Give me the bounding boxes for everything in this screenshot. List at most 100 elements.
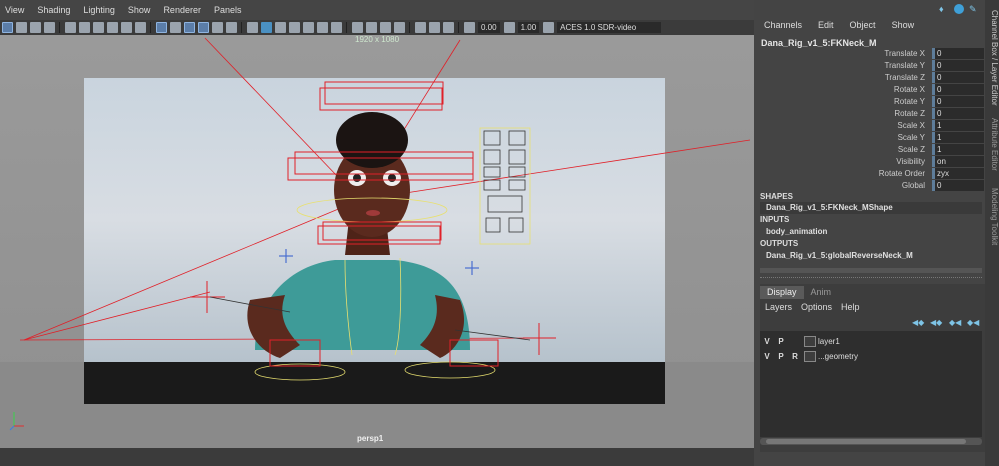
menu-shading[interactable]: Shading — [32, 5, 78, 15]
attr-row-rotate-order[interactable]: Rotate Order zyx — [756, 168, 985, 180]
layer-color-swatch[interactable] — [804, 351, 816, 362]
menu-renderer[interactable]: Renderer — [158, 5, 209, 15]
attribute-editor-icon[interactable] — [954, 4, 964, 14]
menu-edit[interactable]: Edit — [810, 20, 842, 30]
attr-value[interactable]: 1 — [932, 120, 984, 131]
safe-title-icon[interactable] — [184, 22, 195, 33]
smooth-shade-icon[interactable] — [261, 22, 272, 33]
shape-node[interactable]: Dana_Rig_v1_5:FKNeck_MShape — [760, 202, 982, 214]
exposure-icon[interactable] — [464, 22, 475, 33]
xray-icon[interactable] — [415, 22, 426, 33]
shadows-icon[interactable] — [317, 22, 328, 33]
viewport-panel[interactable]: View Shading Lighting Show Renderer Pane… — [0, 0, 754, 466]
attr-value[interactable]: 0 — [932, 96, 984, 107]
field-chart-icon[interactable] — [135, 22, 146, 33]
move-layer-up-icon[interactable]: ◀◆ — [912, 318, 924, 327]
use-lights-icon[interactable] — [303, 22, 314, 33]
camera-attributes-icon[interactable] — [16, 22, 27, 33]
select-camera-icon[interactable] — [2, 22, 13, 33]
layer-playback-toggle[interactable]: P — [774, 337, 788, 346]
menu-lighting[interactable]: Lighting — [78, 5, 123, 15]
tab-attribute-editor[interactable]: Attribute Editor — [985, 118, 999, 171]
menu-show[interactable]: Show — [884, 20, 923, 30]
resolution-gate-icon[interactable] — [93, 22, 104, 33]
layer-visibility-toggle[interactable]: V — [760, 337, 774, 346]
attr-row-rotate-y[interactable]: Rotate Y 0 — [756, 96, 985, 108]
pencil-icon[interactable] — [121, 22, 132, 33]
attr-value[interactable]: on — [932, 156, 984, 167]
tab-display[interactable]: Display — [760, 286, 804, 299]
xray-joints-icon[interactable] — [429, 22, 440, 33]
ambient-occlusion-icon[interactable] — [331, 22, 342, 33]
menu-show[interactable]: Show — [123, 5, 159, 15]
menu-view[interactable]: View — [0, 5, 32, 15]
xray-components-icon[interactable] — [443, 22, 454, 33]
attr-row-translate-y[interactable]: Translate Y 0 — [756, 60, 985, 72]
attr-value[interactable]: 0 — [932, 108, 984, 119]
anti-aliasing-icon[interactable] — [366, 22, 377, 33]
color-management-icon[interactable] — [543, 22, 555, 33]
attr-value[interactable]: 0 — [932, 48, 984, 59]
gamma-field[interactable]: 1.00 — [517, 22, 540, 33]
layer-display-type-toggle[interactable]: R — [788, 352, 802, 361]
layer-name[interactable]: ...geometry — [818, 352, 858, 361]
attr-value[interactable]: 0 — [932, 60, 984, 71]
overscan-icon[interactable] — [212, 22, 223, 33]
bookmark-icon[interactable] — [30, 22, 41, 33]
tab-channel-box-layer-editor[interactable]: Channel Box / Layer Editor — [985, 10, 999, 106]
safe-action-icon[interactable] — [170, 22, 181, 33]
camera-icon[interactable] — [65, 22, 76, 33]
menu-help[interactable]: Help — [838, 302, 866, 312]
channel-box-icon[interactable]: ♦ — [939, 4, 949, 14]
menu-panels[interactable]: Panels — [209, 5, 250, 15]
menu-object[interactable]: Object — [842, 20, 884, 30]
depth-of-field-icon[interactable] — [380, 22, 391, 33]
attr-row-global[interactable]: Global 0 — [756, 180, 985, 192]
attr-row-visibility[interactable]: Visibility on — [756, 156, 985, 168]
gamma-icon[interactable] — [503, 22, 515, 33]
attr-value[interactable]: 1 — [932, 144, 984, 155]
output-node[interactable]: Dana_Rig_v1_5:globalReverseNeck_M — [760, 250, 982, 262]
attr-row-translate-x[interactable]: Translate X 0 — [756, 48, 985, 60]
color-space-dropdown[interactable]: ACES 1.0 SDR-video (sRGB) — [557, 22, 662, 43]
attr-row-translate-z[interactable]: Translate Z 0 — [756, 72, 985, 84]
gate-mask-icon[interactable] — [107, 22, 118, 33]
grid-icon[interactable] — [156, 22, 167, 33]
panel-splitter[interactable] — [760, 277, 982, 282]
resolution-display-icon[interactable] — [198, 22, 209, 33]
layer-name[interactable]: layer1 — [818, 337, 840, 346]
move-layer-down-icon[interactable]: ◀◆ — [930, 318, 942, 327]
exposure-field[interactable]: 0.00 — [478, 22, 500, 33]
textured-icon[interactable] — [289, 22, 300, 33]
new-layer-icon[interactable]: ◆◀ — [967, 318, 979, 327]
isolate-select-icon[interactable] — [394, 22, 405, 33]
new-layer-selected-icon[interactable]: ◆◀ — [949, 318, 961, 327]
attr-value[interactable]: 0 — [932, 72, 984, 83]
3d-scene[interactable] — [0, 35, 754, 448]
attr-row-scale-z[interactable]: Scale Z 1 — [756, 144, 985, 156]
pan-zoom-icon[interactable] — [226, 22, 237, 33]
attr-value[interactable]: 1 — [932, 132, 984, 143]
tab-anim[interactable]: Anim — [804, 286, 839, 299]
selected-node-name[interactable]: Dana_Rig_v1_5:FKNeck_M — [761, 38, 877, 48]
motion-blur-icon[interactable] — [352, 22, 363, 33]
film-gate-icon[interactable] — [79, 22, 90, 33]
channel-box-scrollbar[interactable] — [760, 268, 982, 273]
layer-playback-toggle[interactable]: P — [774, 352, 788, 361]
layer-visibility-toggle[interactable]: V — [760, 352, 774, 361]
layer-row[interactable]: V P layer1 — [760, 335, 982, 348]
tab-modeling-toolkit[interactable]: Modeling Toolkit — [985, 188, 999, 245]
wireframe-icon[interactable] — [247, 22, 258, 33]
tool-settings-icon[interactable]: ✎ — [969, 4, 979, 14]
attr-row-rotate-z[interactable]: Rotate Z 0 — [756, 108, 985, 120]
attr-value[interactable]: 0 — [932, 84, 984, 95]
menu-options[interactable]: Options — [798, 302, 838, 312]
layer-row[interactable]: V P R ...geometry — [760, 350, 982, 363]
layer-color-swatch[interactable] — [804, 336, 816, 347]
scrollbar-thumb[interactable] — [766, 439, 966, 444]
attr-row-scale-y[interactable]: Scale Y 1 — [756, 132, 985, 144]
menu-channels[interactable]: Channels — [756, 20, 810, 30]
wireframe-on-shaded-icon[interactable] — [275, 22, 286, 33]
attr-row-scale-x[interactable]: Scale X 1 — [756, 120, 985, 132]
attr-value[interactable]: 0 — [932, 180, 984, 191]
